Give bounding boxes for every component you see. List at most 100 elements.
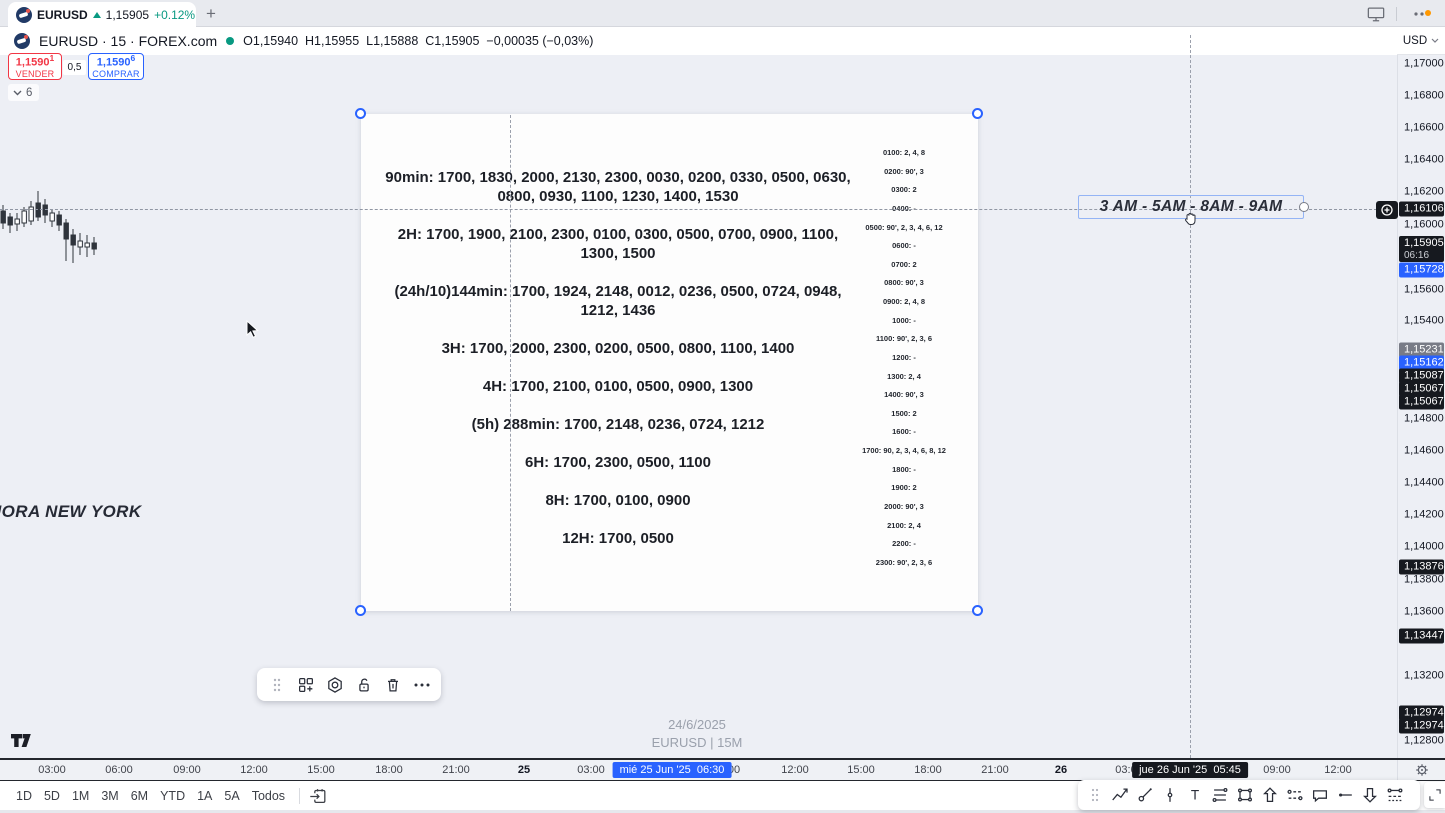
trash-icon[interactable] [379,671,406,698]
market-open-dot-icon [226,37,234,45]
more-ellipsis-icon[interactable] [408,671,435,698]
note-line: 6H: 1700, 2300, 0500, 1100 [383,453,853,472]
hand-cursor [1183,211,1198,226]
more-menu-icon[interactable] [1407,7,1437,21]
panel-corner-toggle-icon[interactable] [1424,782,1445,808]
parallel-channel-tool-icon[interactable] [1207,783,1232,808]
candlestick-series [0,183,104,268]
range-button[interactable]: 5A [218,785,245,807]
tab-symbol: EURUSD [37,8,88,22]
chart-watermark: 24/6/2025 EURUSD | 15M [597,716,797,752]
range-button[interactable]: 1D [10,785,38,807]
sell-button[interactable]: 1,15901 VENDER [8,53,62,80]
unlock-icon[interactable] [350,671,377,698]
note-side-line: 1600: - [829,423,979,442]
arrow-down-tool-icon[interactable] [1357,783,1382,808]
note-line: 3H: 1700, 2000, 2300, 0200, 0500, 0800, … [383,339,853,358]
note-side-line: 1900: 2 [829,479,979,498]
selection-anchor-bottom-right[interactable] [972,605,983,616]
axis-settings-corner[interactable] [1397,760,1445,780]
drag-handle-icon[interactable] [1082,783,1107,808]
time-axis-label: 26 [1055,764,1067,776]
watermark-symbol-timeframe: EURUSD | 15M [597,734,797,752]
selection-anchor-top-right[interactable] [972,108,983,119]
price-axis-label: 1,13800 [1398,574,1445,587]
price-axis-label: 1,16200 [1398,186,1445,199]
range-button[interactable]: 3M [95,785,124,807]
note-side-line: 0500: 90', 2, 3, 4, 6, 12 [829,219,979,238]
range-button[interactable]: YTD [154,785,191,807]
rectangle-tool-icon[interactable] [1232,783,1257,808]
note-line: 12H: 1700, 0500 [383,529,853,548]
note-side-line: 0100: 2, 4, 8 [829,144,979,163]
time-axis-label: 12:00 [781,764,809,776]
symbol-title[interactable]: EURUSD · 15 · FOREX.com [39,33,217,49]
tradingview-window: EURUSD 1,15905 +0.12% / NW + EURUSD · 15… [0,0,1445,813]
price-axis-label: 1,16106 [1399,202,1444,217]
symbol-logo-icon [16,7,32,23]
settings-gear-icon[interactable] [321,671,348,698]
selection-anchor-bottom-left[interactable] [355,605,366,616]
tradingview-logo-icon[interactable] [10,733,34,748]
chart-tab[interactable]: EURUSD 1,15905 +0.12% / NW [8,2,196,27]
note-side-line: 1200: - [829,349,979,368]
price-axis-label: 1,15600 [1398,284,1445,297]
callout-tool-icon[interactable] [1307,783,1332,808]
range-button[interactable]: Todos [246,785,291,807]
price-axis-label: 1,13876 [1399,560,1444,575]
range-button[interactable]: 1M [66,785,95,807]
add-alert-plus-icon[interactable] [1376,201,1398,219]
collapsed-objects-chip[interactable]: 6 [8,84,39,101]
time-axis-label: jue 26 Jun '25 05:45 [1132,762,1248,778]
selection-anchor-top-left[interactable] [355,108,366,119]
buy-price-last-digit: 6 [130,53,135,63]
note-line: 4H: 1700, 2100, 0100, 0500, 0900, 1300 [383,377,853,396]
dashed-lines-tool-icon[interactable] [1382,783,1407,808]
chevron-down-icon [13,90,22,96]
dashed-pattern-tool-icon[interactable] [1282,783,1307,808]
note-side-line: 1500: 2 [829,405,979,424]
text-tool-icon[interactable]: T [1182,783,1207,808]
up-arrow-icon [93,12,101,18]
screens-layout-icon[interactable] [1366,5,1386,23]
time-axis-label: 03:00 [38,764,66,776]
horizontal-ray-tool-icon[interactable] [1332,783,1357,808]
time-axis-label: 12:00 [240,764,268,776]
sell-label: VENDER [16,70,55,79]
polyline-tool-icon[interactable] [1107,783,1132,808]
note-time-lines: 90min: 1700, 1830, 2000, 2130, 2300, 003… [383,168,853,548]
currency-label: USD [1403,35,1427,47]
buy-label: COMPRAR [92,70,139,79]
note-line: 8H: 1700, 0100, 0900 [383,491,853,510]
buy-button[interactable]: 1,15906 COMPRAR [88,53,144,80]
tab-price: 1,15905 [106,8,149,22]
go-to-date-icon[interactable] [308,786,328,806]
buy-price: 1,1590 [97,56,131,68]
arrow-up-tool-icon[interactable] [1257,783,1282,808]
note-line: (24h/10)144min: 1700, 1924, 2148, 0012, … [383,282,853,320]
mouse-pointer-cursor [246,320,259,339]
range-button[interactable]: 1A [191,785,218,807]
favorites-drawing-toolbar: T [1078,780,1420,810]
time-axis-label: 03:00 [577,764,605,776]
new-tab-button[interactable]: + [200,3,222,25]
time-axis-label: 09:00 [1263,764,1291,776]
price-axis[interactable]: 1,17000 1,16800 1,16600 1,16400 1,16200 [1397,27,1445,758]
vertical-guide-line [510,115,511,611]
time-axis[interactable]: 03:00 06:00 09:00 12:00 15:00 18:00 21:0… [0,758,1445,781]
note-line: 90min: 1700, 1830, 2000, 2130, 2300, 003… [383,168,853,206]
trend-line-tool-icon[interactable] [1132,783,1157,808]
currency-selector[interactable]: USD [1397,27,1445,55]
pasted-note-image[interactable]: 90min: 1700, 1830, 2000, 2130, 2300, 003… [361,114,978,611]
range-button[interactable]: 6M [125,785,154,807]
vertical-line-tool-icon[interactable] [1157,783,1182,808]
layout-grid-add-icon[interactable] [292,671,319,698]
note-side-line: 0300: 2 [829,181,979,200]
note-side-line: 2200: - [829,535,979,554]
notification-dot [1425,10,1431,16]
annotation-resize-handle[interactable] [1299,202,1309,212]
range-button[interactable]: 5D [38,785,66,807]
drag-handle-icon[interactable] [263,671,290,698]
price-axis-label: 1,13600 [1398,606,1445,619]
gear-icon [1415,763,1429,777]
